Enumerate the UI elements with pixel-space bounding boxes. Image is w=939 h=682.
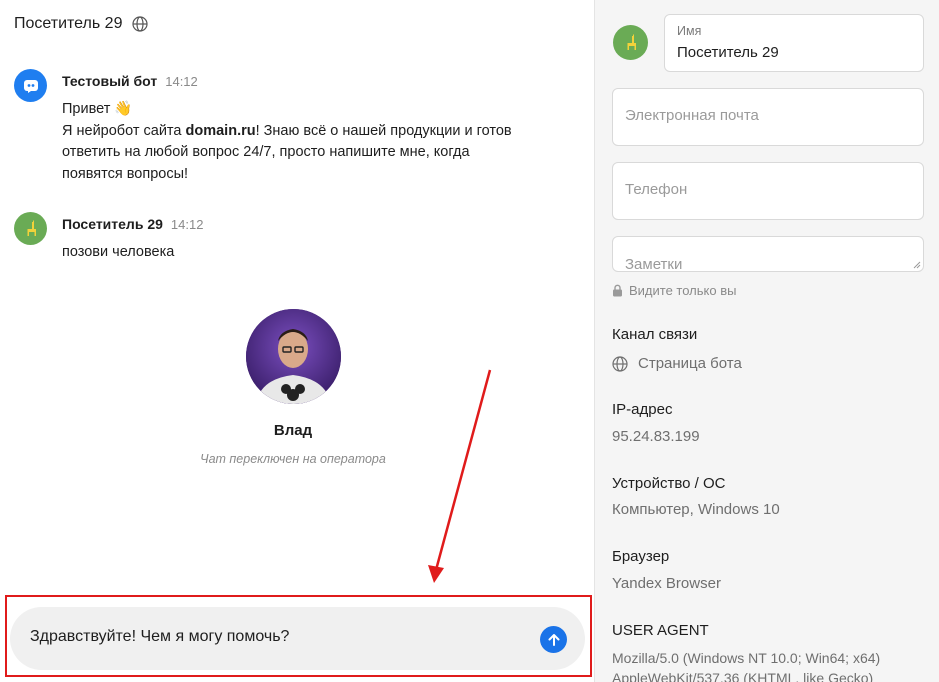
- visitor-avatar: [14, 212, 47, 245]
- user-agent-value: Mozilla/5.0 (Windows NT 10.0; Win64; x64…: [612, 650, 881, 682]
- resize-handle-icon[interactable]: [913, 261, 921, 269]
- email-placeholder: Электронная почта: [625, 107, 759, 124]
- channel-label: Канал связи: [612, 326, 698, 343]
- visitor-sidebar: Имя Посетитель 29 Электронная почта Теле…: [594, 0, 939, 682]
- operator-avatar: [245, 309, 341, 404]
- globe-icon: [132, 16, 149, 32]
- name-value[interactable]: Посетитель 29: [677, 44, 779, 61]
- message-time: 14:12: [165, 74, 198, 89]
- annotation-arrow: [428, 369, 492, 583]
- private-note: Видите только вы: [612, 283, 736, 298]
- message-author: Посетитель 29: [62, 216, 163, 232]
- phone-placeholder: Телефон: [625, 181, 688, 198]
- domain-link: domain.ru: [185, 122, 256, 139]
- browser-label: Браузер: [612, 548, 670, 565]
- llama-icon: [27, 220, 36, 236]
- device-value: Компьютер, Windows 10: [612, 501, 780, 518]
- bot-avatar: [14, 69, 47, 102]
- browser-value: Yandex Browser: [612, 575, 721, 592]
- chat-header: Посетитель 29: [14, 15, 149, 33]
- visitor-avatar: [613, 25, 648, 60]
- notes-field[interactable]: Заметки: [612, 236, 924, 272]
- chat-panel: Посетитель 29 Тестовый бот 14:12 Привет …: [0, 0, 594, 682]
- operator-photo: [245, 309, 341, 404]
- message-input-text[interactable]: Здравствуйте! Чем я могу помочь?: [30, 628, 289, 646]
- message-line: Я нейробот сайта domain.ru! Знаю всё о н…: [62, 122, 512, 139]
- globe-icon: [612, 355, 628, 372]
- message-text: позови человека: [62, 244, 175, 260]
- llama-icon: [627, 34, 636, 50]
- device-label: Устройство / ОС: [612, 475, 726, 492]
- send-button[interactable]: [540, 626, 567, 653]
- lock-icon: [613, 284, 622, 297]
- bot-message: Тестовый бот 14:12 Привет 👋 Я нейробот с…: [14, 69, 512, 185]
- message-line: ответить на любой вопрос 24/7, просто на…: [62, 144, 470, 160]
- notes-placeholder: Заметки: [625, 256, 683, 272]
- private-note-text: Видите только вы: [629, 283, 737, 298]
- channel-value: Страница бота: [612, 355, 742, 372]
- ip-label: IP-адрес: [612, 401, 673, 418]
- send-arrow-icon: [548, 633, 559, 646]
- message-line: Привет 👋: [62, 101, 133, 117]
- phone-field[interactable]: Телефон: [612, 162, 924, 220]
- message-author: Тестовый бот: [62, 73, 158, 89]
- bot-icon: [23, 79, 38, 93]
- name-field[interactable]: Имя Посетитель 29: [664, 14, 924, 72]
- message-time: 14:12: [170, 217, 204, 232]
- visitor-message: Посетитель 29 14:12 позови человека: [14, 212, 203, 264]
- chat-title: Посетитель 29: [14, 15, 123, 32]
- ip-value: 95.24.83.199: [612, 428, 700, 445]
- channel-value-text: Страница бота: [638, 355, 742, 372]
- message-text: Привет 👋 Я нейробот сайта domain.ru! Зна…: [62, 99, 512, 185]
- user-agent-label: USER AGENT: [612, 622, 709, 639]
- email-field[interactable]: Электронная почта: [612, 88, 924, 146]
- name-label: Имя: [677, 24, 702, 38]
- message-line: появятся вопросы!: [62, 165, 189, 182]
